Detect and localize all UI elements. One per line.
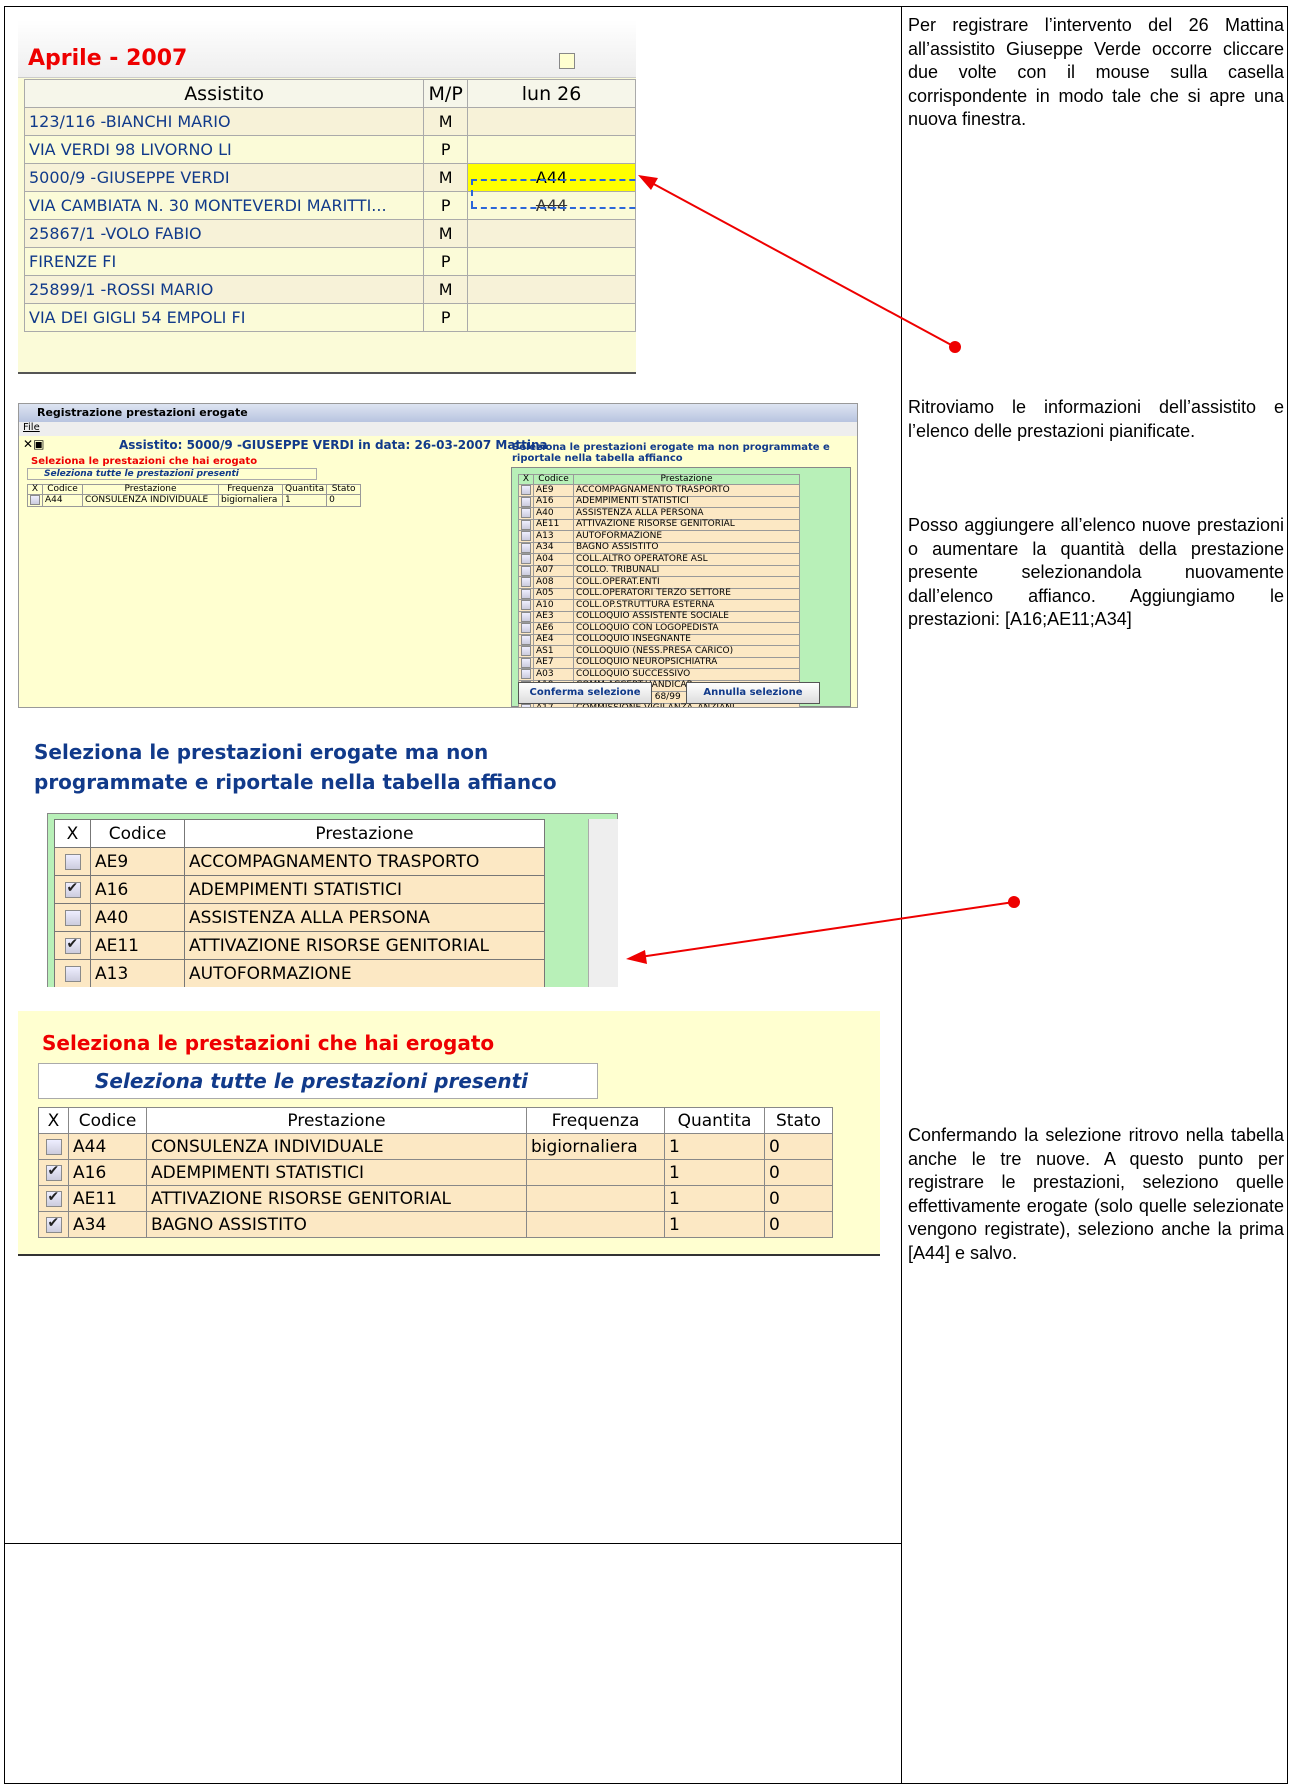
arrowhead xyxy=(638,175,658,190)
arrows-overlay xyxy=(626,175,1020,964)
arrowhead xyxy=(626,950,647,964)
arrow-line xyxy=(649,181,956,348)
arrow-dot xyxy=(1008,896,1020,908)
arrow-line xyxy=(639,901,1015,958)
arrow-dot xyxy=(949,341,961,353)
